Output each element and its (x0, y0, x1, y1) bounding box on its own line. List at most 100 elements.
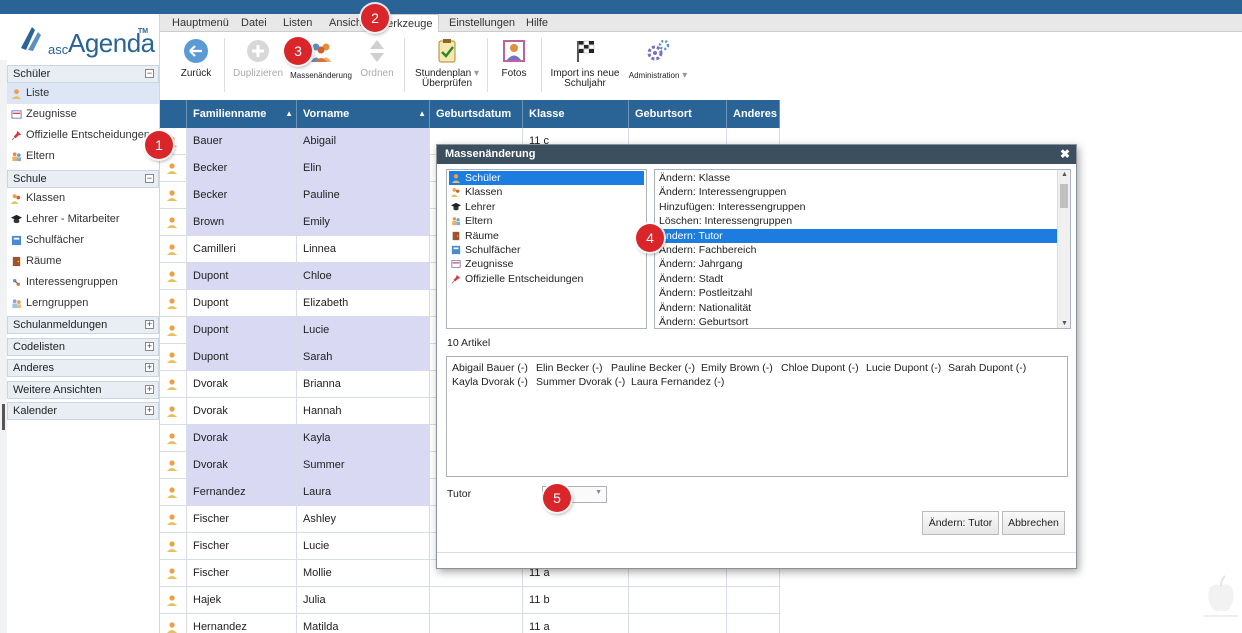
cell-first-name[interactable]: Abigail (297, 128, 430, 155)
entity-option[interactable]: Räume (449, 229, 644, 243)
timetable-check-button[interactable]: Stundenplan ▾ Überprüfen (410, 32, 484, 98)
action-option[interactable]: Hinzufügen: Interessengruppen (657, 200, 1057, 214)
sidebar-item-parents[interactable]: Eltern (7, 146, 159, 167)
photos-button[interactable]: Fotos (494, 32, 534, 98)
cell-last-name[interactable]: Fischer (187, 506, 297, 533)
cell-first-name[interactable]: Matilda (297, 614, 430, 633)
entity-option[interactable]: Schüler (449, 171, 644, 185)
cell-last-name[interactable]: Brown (187, 209, 297, 236)
sidebar-item-certificates[interactable]: Zeugnisse (7, 104, 159, 125)
cell-last-name[interactable]: Dupont (187, 344, 297, 371)
cell-last-name[interactable]: Dvorak (187, 398, 297, 425)
entity-option[interactable]: Klassen (449, 185, 644, 199)
header-last-name[interactable]: Familienname ▲ (187, 100, 297, 128)
menu-view[interactable]: Ansicht (329, 14, 365, 32)
table-row[interactable]: Hajek Julia 11 b (160, 587, 780, 614)
action-option[interactable]: Ändern: Fachbereich (657, 243, 1057, 257)
menu-file[interactable]: Datei (241, 14, 267, 32)
section-other[interactable]: Anderes + (7, 359, 159, 377)
selected-item-tag[interactable]: Sarah Dupont (-) (948, 362, 1026, 374)
header-first-name[interactable]: Vorname ▲ (297, 100, 430, 128)
cell-last-name[interactable]: Dvorak (187, 425, 297, 452)
cell-last-name[interactable]: Fernandez (187, 479, 297, 506)
action-option[interactable]: Ändern: Geburtsort (657, 315, 1057, 328)
entity-option[interactable]: Eltern (449, 214, 644, 228)
cell-first-name[interactable]: Julia (297, 587, 430, 614)
menu-settings[interactable]: Einstellungen (449, 14, 515, 32)
cell-other[interactable] (727, 587, 780, 614)
splitter-handle[interactable] (2, 404, 5, 430)
sidebar-item-rooms[interactable]: Räume (7, 251, 159, 272)
cell-last-name[interactable]: Camilleri (187, 236, 297, 263)
cell-first-name[interactable]: Mollie (297, 560, 430, 587)
action-option[interactable]: Ändern: Nationalität (657, 301, 1057, 315)
dropdown-arrow-icon[interactable]: ▾ (679, 70, 687, 81)
import-button[interactable]: Import ins neue Schuljahr (548, 32, 622, 98)
scroll-down-icon[interactable]: ▼ (1061, 320, 1068, 327)
apply-tutor-button[interactable]: Ändern: Tutor (922, 511, 999, 535)
duplicate-button[interactable]: Duplizieren (230, 32, 286, 98)
action-option[interactable]: Löschen: Interessengruppen (657, 214, 1057, 228)
section-school[interactable]: Schule − (7, 170, 159, 188)
expand-icon[interactable]: + (145, 342, 154, 351)
cell-first-name[interactable]: Brianna (297, 371, 430, 398)
cell-birth-date[interactable] (430, 587, 523, 614)
administration-button[interactable]: Administration ▾ (626, 32, 690, 98)
entity-option[interactable]: Zeugnisse (449, 257, 644, 271)
sidebar-item-subjects[interactable]: Schulfächer (7, 230, 159, 251)
selected-item-tag[interactable]: Elin Becker (-) (536, 362, 603, 374)
action-option[interactable]: Ändern: Jahrgang (657, 257, 1057, 271)
cell-first-name[interactable]: Hannah (297, 398, 430, 425)
selected-item-tag[interactable]: Emily Brown (-) (701, 362, 773, 374)
menu-main[interactable]: Hauptmenü (172, 14, 229, 32)
sidebar-item-official-decisions[interactable]: Offizielle Entscheidungen (7, 125, 159, 146)
back-button[interactable]: Zurück (172, 32, 220, 98)
cell-first-name[interactable]: Elizabeth (297, 290, 430, 317)
collapse-icon[interactable]: − (145, 174, 154, 183)
scrollbar-thumb[interactable] (1060, 184, 1068, 208)
cell-other[interactable] (727, 614, 780, 633)
sidebar-item-interest-groups[interactable]: Interessengruppen (7, 272, 159, 293)
entity-option[interactable]: Lehrer (449, 200, 644, 214)
header-birth-place[interactable]: Geburtsort (629, 100, 727, 128)
dropdown-arrow-icon[interactable]: ▾ (471, 68, 479, 79)
cell-first-name[interactable]: Laura (297, 479, 430, 506)
sidebar-item-classes[interactable]: Klassen (7, 188, 159, 209)
cell-first-name[interactable]: Chloe (297, 263, 430, 290)
cell-first-name[interactable]: Pauline (297, 182, 430, 209)
cell-first-name[interactable]: Sarah (297, 344, 430, 371)
cell-birth-date[interactable] (430, 614, 523, 633)
entity-option[interactable]: Offizielle Entscheidungen (449, 272, 644, 286)
cell-last-name[interactable]: Dupont (187, 317, 297, 344)
cell-first-name[interactable]: Summer (297, 452, 430, 479)
section-enrollments[interactable]: Schulanmeldungen + (7, 316, 159, 334)
selected-item-tag[interactable]: Laura Fernandez (-) (631, 376, 724, 388)
section-students[interactable]: Schüler − (7, 65, 159, 83)
action-option[interactable]: Ändern: Tutor (657, 228, 1057, 243)
cell-first-name[interactable]: Emily (297, 209, 430, 236)
cell-first-name[interactable]: Ashley (297, 506, 430, 533)
selected-item-tag[interactable]: Kayla Dvorak (-) (452, 376, 528, 388)
menu-help[interactable]: Hilfe (526, 14, 548, 32)
cell-class[interactable]: 11 b (523, 587, 629, 614)
close-icon[interactable]: ✖ (1060, 145, 1070, 164)
cancel-button[interactable]: Abbrechen (1002, 511, 1065, 535)
cell-last-name[interactable]: Becker (187, 155, 297, 182)
sidebar-item-teachers[interactable]: Lehrer - Mitarbeiter (7, 209, 159, 230)
section-more-views[interactable]: Weitere Ansichten + (7, 381, 159, 399)
cell-first-name[interactable]: Lucie (297, 317, 430, 344)
cell-first-name[interactable]: Lucie (297, 533, 430, 560)
selected-item-tag[interactable]: Pauline Becker (-) (611, 362, 695, 374)
cell-last-name[interactable]: Hajek (187, 587, 297, 614)
cell-last-name[interactable]: Dvorak (187, 452, 297, 479)
order-button[interactable]: Ordnen (356, 32, 398, 98)
sidebar-item-list[interactable]: Liste (7, 83, 159, 104)
cell-last-name[interactable]: Dupont (187, 263, 297, 290)
cell-first-name[interactable]: Elin (297, 155, 430, 182)
header-other[interactable]: Anderes - (727, 100, 780, 148)
selected-item-tag[interactable]: Lucie Dupont (-) (866, 362, 941, 374)
cell-last-name[interactable]: Fischer (187, 560, 297, 587)
cell-first-name[interactable]: Linnea (297, 236, 430, 263)
action-list-scrollbar[interactable]: ▲ ▼ (1057, 170, 1070, 328)
cell-birth-place[interactable] (629, 614, 727, 633)
